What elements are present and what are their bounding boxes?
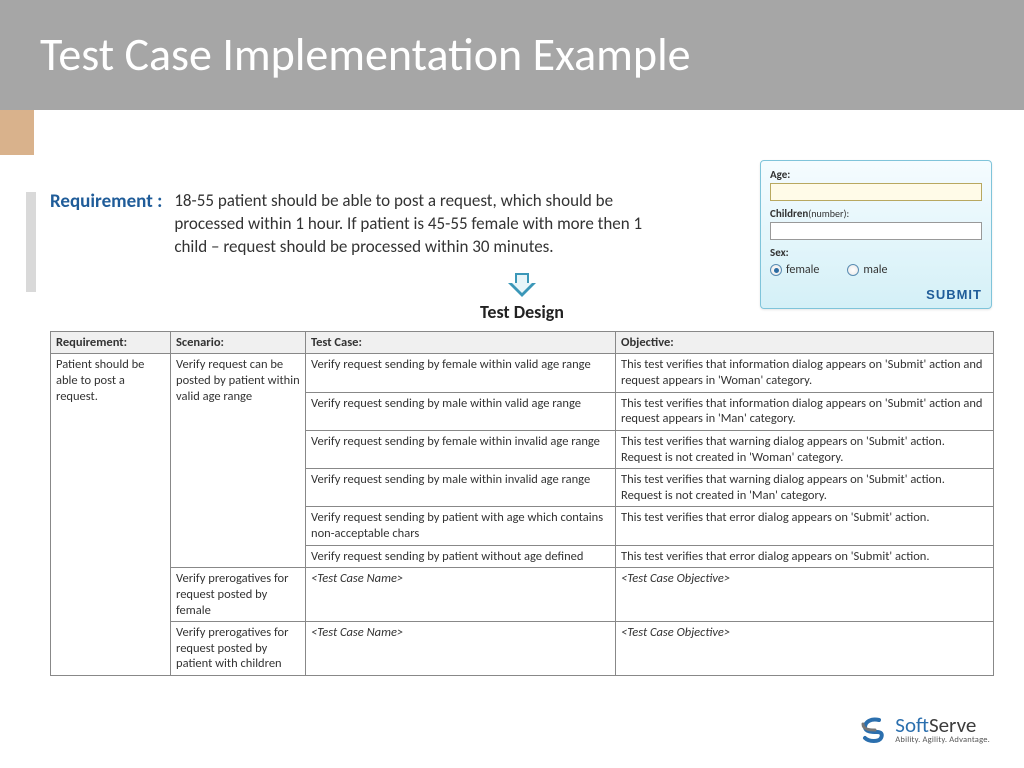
cell-scenario: Verify prerogatives for request posted b… — [171, 568, 306, 622]
th-testcase: Test Case: — [306, 331, 616, 354]
softserve-logo: SoftServe Ability. Agility. Advantage. — [857, 714, 990, 746]
cell-scenario: Verify prerogatives for request posted b… — [171, 622, 306, 676]
cell-testcase: Verify request sending by male within va… — [306, 392, 616, 430]
cell-objective: This test verifies that warning dialog a… — [616, 430, 994, 468]
logo-brand: SoftServe — [895, 715, 990, 736]
cell-testcase: <Test Case Name> — [306, 622, 616, 676]
th-requirement: Requirement: — [51, 331, 171, 354]
table-row: Patient should be able to post a request… — [51, 354, 994, 392]
test-design-table: Requirement: Scenario: Test Case: Object… — [50, 331, 994, 676]
accent-line — [26, 192, 36, 292]
cell-testcase: Verify request sending by female within … — [306, 430, 616, 468]
arrow-down-icon — [507, 273, 537, 299]
cell-scenario: Verify request can be posted by patient … — [171, 354, 306, 568]
table-header-row: Requirement: Scenario: Test Case: Object… — [51, 331, 994, 354]
cell-testcase: Verify request sending by female within … — [306, 354, 616, 392]
cell-testcase: <Test Case Name> — [306, 568, 616, 622]
logo-s-icon — [857, 714, 889, 746]
cell-objective: This test verifies that warning dialog a… — [616, 469, 994, 507]
table-row: Verify prerogatives for request posted b… — [51, 568, 994, 622]
th-objective: Objective: — [616, 331, 994, 354]
cell-requirement: Patient should be able to post a request… — [51, 354, 171, 676]
requirement-text: 18-55 patient should be able to post a r… — [174, 190, 669, 259]
cell-testcase: Verify request sending by male within in… — [306, 469, 616, 507]
cell-objective: This test verifies that information dial… — [616, 392, 994, 430]
slide-title: Test Case Implementation Example — [40, 27, 691, 83]
th-scenario: Scenario: — [171, 331, 306, 354]
accent-band — [0, 110, 34, 155]
cell-testcase: Verify request sending by patient with a… — [306, 507, 616, 545]
table-row: Verify prerogatives for request posted b… — [51, 622, 994, 676]
logo-tagline: Ability. Agility. Advantage. — [895, 736, 990, 745]
cell-objective: <Test Case Objective> — [616, 568, 994, 622]
test-design-title: Test Design — [480, 301, 564, 323]
cell-objective: This test verifies that error dialog app… — [616, 545, 994, 568]
requirement-label: Requirement : — [50, 190, 162, 213]
cell-testcase: Verify request sending by patient withou… — [306, 545, 616, 568]
slide-header: Test Case Implementation Example — [0, 0, 1024, 110]
cell-objective: This test verifies that information dial… — [616, 354, 994, 392]
cell-objective: This test verifies that error dialog app… — [616, 507, 994, 545]
age-label: Age: — [770, 168, 982, 181]
cell-objective: <Test Case Objective> — [616, 622, 994, 676]
